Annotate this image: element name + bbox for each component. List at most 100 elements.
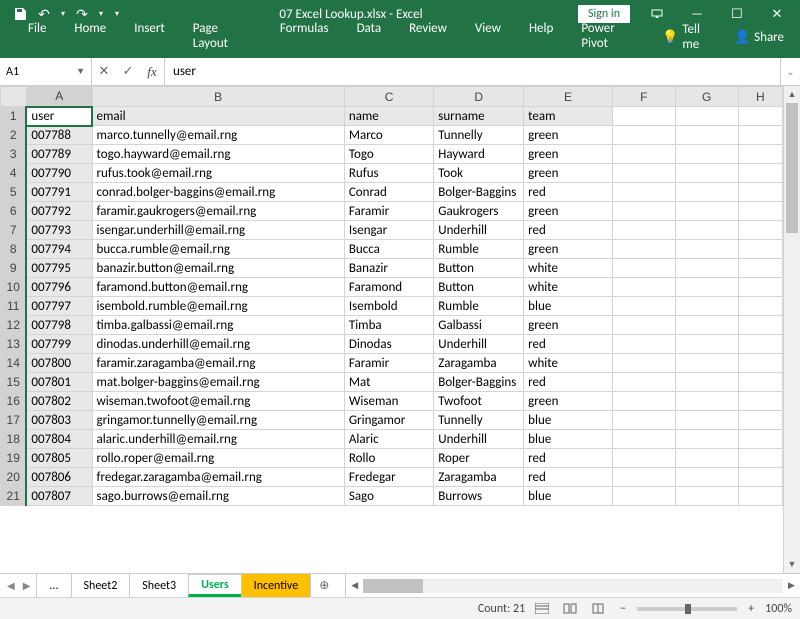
cell-D17[interactable]: Tunnelly — [434, 411, 524, 430]
cell-H12[interactable] — [738, 316, 782, 335]
column-header-A[interactable]: A — [26, 87, 92, 107]
cell-H18[interactable] — [738, 430, 782, 449]
cell-A6[interactable]: 007792 — [26, 202, 92, 221]
column-header-E[interactable]: E — [524, 87, 613, 107]
sheet-tab-sheet3[interactable]: Sheet3 — [129, 574, 189, 597]
cell-C11[interactable]: Isembold — [344, 297, 433, 316]
cell-A11[interactable]: 007797 — [26, 297, 92, 316]
cell-F11[interactable] — [612, 297, 675, 316]
ribbon-tab-help[interactable]: Help — [515, 15, 567, 58]
cell-H14[interactable] — [738, 354, 782, 373]
formula-input[interactable]: user — [165, 58, 780, 85]
cell-B14[interactable]: faramir.zaragamba@email.rng — [92, 354, 344, 373]
ribbon-tab-view[interactable]: View — [461, 15, 515, 58]
cell-F17[interactable] — [612, 411, 675, 430]
column-header-D[interactable]: D — [434, 87, 524, 107]
cell-H8[interactable] — [738, 240, 782, 259]
cell-G15[interactable] — [675, 373, 738, 392]
sheet-nav-prev-icon[interactable]: ◀ — [4, 579, 18, 592]
cell-A8[interactable]: 007794 — [26, 240, 92, 259]
cell-C4[interactable]: Rufus — [344, 164, 433, 183]
cell-E13[interactable]: red — [524, 335, 613, 354]
cell-E19[interactable]: red — [524, 449, 613, 468]
cell-F21[interactable] — [612, 487, 675, 506]
cell-A3[interactable]: 007789 — [26, 145, 92, 164]
cell-D1[interactable]: surname — [434, 107, 524, 126]
share-button[interactable]: 👤Share — [726, 24, 792, 51]
row-header-14[interactable]: 14 — [1, 354, 27, 373]
name-box[interactable]: A1 ▼ — [0, 58, 92, 85]
ribbon-tab-formulas[interactable]: Formulas — [266, 15, 343, 58]
ribbon-tab-data[interactable]: Data — [343, 15, 396, 58]
row-header-21[interactable]: 21 — [1, 487, 27, 506]
cell-C2[interactable]: Marco — [344, 126, 433, 145]
ribbon-tab-insert[interactable]: Insert — [120, 15, 179, 58]
cell-H9[interactable] — [738, 259, 782, 278]
cell-A12[interactable]: 007798 — [26, 316, 92, 335]
cell-E7[interactable]: red — [524, 221, 613, 240]
cell-D13[interactable]: Underhill — [434, 335, 524, 354]
cell-E17[interactable]: blue — [524, 411, 613, 430]
cell-E20[interactable]: red — [524, 468, 613, 487]
cell-D11[interactable]: Rumble — [434, 297, 524, 316]
cell-D7[interactable]: Underhill — [434, 221, 524, 240]
cell-H2[interactable] — [738, 126, 782, 145]
cell-E6[interactable]: green — [524, 202, 613, 221]
row-header-4[interactable]: 4 — [1, 164, 27, 183]
cell-H19[interactable] — [738, 449, 782, 468]
cell-D4[interactable]: Took — [434, 164, 524, 183]
cell-C13[interactable]: Dinodas — [344, 335, 433, 354]
tell-me-button[interactable]: 💡Tell me — [654, 16, 726, 58]
cell-A1[interactable]: user — [26, 107, 92, 126]
cell-B7[interactable]: isengar.underhill@email.rng — [92, 221, 344, 240]
cell-C1[interactable]: name — [344, 107, 433, 126]
cell-D12[interactable]: Galbassi — [434, 316, 524, 335]
ribbon-tab-review[interactable]: Review — [395, 15, 461, 58]
insert-function-button[interactable]: fx — [140, 64, 164, 80]
cell-G5[interactable] — [675, 183, 738, 202]
row-header-12[interactable]: 12 — [1, 316, 27, 335]
sheet-nav-more[interactable]: ... — [36, 574, 71, 597]
column-header-G[interactable]: G — [675, 87, 738, 107]
row-header-19[interactable]: 19 — [1, 449, 27, 468]
cell-H10[interactable] — [738, 278, 782, 297]
cell-D10[interactable]: Button — [434, 278, 524, 297]
cell-A16[interactable]: 007802 — [26, 392, 92, 411]
cell-B1[interactable]: email — [92, 107, 344, 126]
cell-F1[interactable] — [612, 107, 675, 126]
cell-D3[interactable]: Hayward — [434, 145, 524, 164]
cell-H13[interactable] — [738, 335, 782, 354]
cell-F16[interactable] — [612, 392, 675, 411]
zoom-out-button[interactable]: − — [615, 602, 631, 616]
cell-B8[interactable]: bucca.rumble@email.rng — [92, 240, 344, 259]
scroll-down-icon[interactable]: ▼ — [784, 556, 800, 573]
cell-B3[interactable]: togo.hayward@email.rng — [92, 145, 344, 164]
cell-F19[interactable] — [612, 449, 675, 468]
cell-G20[interactable] — [675, 468, 738, 487]
cell-E21[interactable]: blue — [524, 487, 613, 506]
row-header-11[interactable]: 11 — [1, 297, 27, 316]
cell-A14[interactable]: 007800 — [26, 354, 92, 373]
cell-G2[interactable] — [675, 126, 738, 145]
row-header-1[interactable]: 1 — [1, 107, 27, 126]
cell-C21[interactable]: Sago — [344, 487, 433, 506]
page-layout-view-button[interactable] — [559, 600, 581, 618]
cell-F5[interactable] — [612, 183, 675, 202]
cell-F14[interactable] — [612, 354, 675, 373]
column-header-B[interactable]: B — [92, 87, 344, 107]
add-sheet-button[interactable]: ⊕ — [311, 574, 337, 597]
cell-F12[interactable] — [612, 316, 675, 335]
cell-A13[interactable]: 007799 — [26, 335, 92, 354]
cell-B15[interactable]: mat.bolger-baggins@email.rng — [92, 373, 344, 392]
cell-F2[interactable] — [612, 126, 675, 145]
sheet-nav-next-icon[interactable]: ▶ — [20, 579, 34, 592]
scroll-right-icon[interactable]: ▶ — [783, 580, 800, 591]
cell-C12[interactable]: Timba — [344, 316, 433, 335]
cell-G7[interactable] — [675, 221, 738, 240]
vertical-scrollbar[interactable]: ▲ ▼ — [783, 86, 800, 573]
cell-D5[interactable]: Bolger-Baggins — [434, 183, 524, 202]
cell-F3[interactable] — [612, 145, 675, 164]
zoom-slider[interactable] — [637, 607, 737, 611]
cell-H21[interactable] — [738, 487, 782, 506]
cell-B10[interactable]: faramond.button@email.rng — [92, 278, 344, 297]
